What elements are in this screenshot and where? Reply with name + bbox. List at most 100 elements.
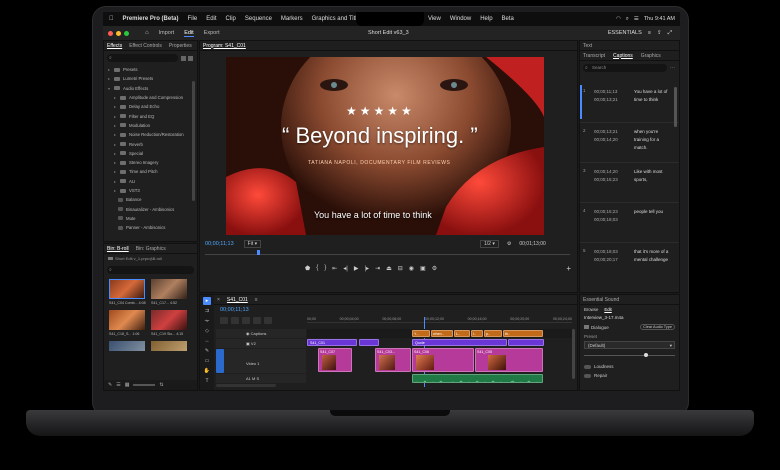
- eye-icon[interactable]: ◉: [246, 331, 250, 336]
- playhead-marker[interactable]: [257, 250, 260, 255]
- mark-in-icon[interactable]: {: [316, 265, 318, 272]
- new-bin-icon[interactable]: [181, 55, 186, 61]
- search-icon[interactable]: ⌕: [626, 16, 629, 23]
- pen-tool-icon[interactable]: ✎: [203, 347, 211, 355]
- rectangle-tool-icon[interactable]: ▭: [203, 357, 211, 365]
- control-center-icon[interactable]: ☰: [634, 16, 639, 22]
- tree-item-stereo-imagery[interactable]: ▸ Stereo Imagery: [108, 158, 197, 167]
- lift-icon[interactable]: ⏏: [386, 265, 392, 272]
- caption-row[interactable]: 5 00;00;18;03 00;00;20;17 that it's more …: [580, 243, 679, 283]
- tab-sequence[interactable]: S41_C01: [227, 297, 248, 303]
- graphic-clip[interactable]: [508, 339, 544, 346]
- timeline-timecode[interactable]: 00;00;11;13: [220, 307, 249, 313]
- tree-item-binauralizer[interactable]: Binauralizer - Ambisonics: [108, 204, 197, 213]
- caption-row[interactable]: 1 00;00;11;13 00;00;13;21 You have a lot …: [580, 83, 679, 123]
- track-header-captions[interactable]: ◉ Captions: [216, 329, 306, 338]
- razor-tool-icon[interactable]: ◇: [203, 327, 211, 335]
- slider-thumb[interactable]: [644, 353, 648, 357]
- menu-help[interactable]: Help: [480, 16, 492, 22]
- caption-chip[interactable]: p..: [484, 330, 502, 337]
- tree-item-vst3[interactable]: ▸ VST3: [108, 186, 197, 195]
- sort-icon[interactable]: ⇅: [159, 382, 163, 388]
- nest-icon[interactable]: [220, 317, 228, 324]
- list-view-icon[interactable]: ☰: [116, 382, 120, 388]
- caption-chip[interactable]: I..: [471, 330, 483, 337]
- wifi-icon[interactable]: ◠: [616, 16, 621, 22]
- effects-scrollbar[interactable]: [192, 81, 195, 201]
- home-icon[interactable]: ⌂: [145, 30, 149, 36]
- menu-view[interactable]: View: [428, 16, 441, 22]
- slip-tool-icon[interactable]: ↔: [203, 337, 211, 345]
- playhead-timecode[interactable]: 00;00;11;13: [205, 241, 234, 247]
- tab-effect-controls[interactable]: Effect Controls: [129, 43, 162, 49]
- graphic-clip[interactable]: S41_C01: [307, 339, 357, 346]
- tree-item-au[interactable]: ▸ AU: [108, 177, 197, 186]
- workspace-essentials[interactable]: ESSENTIALS: [608, 30, 642, 37]
- menu-beta[interactable]: Beta: [502, 16, 514, 22]
- preset-select[interactable]: (Default) ▾: [584, 341, 675, 349]
- mute-icon[interactable]: M: [252, 376, 255, 381]
- tree-item-special[interactable]: ▸ Special: [108, 149, 197, 158]
- loudness-toggle[interactable]: [584, 364, 591, 369]
- track-header-v2[interactable]: ▣ V2: [216, 339, 306, 348]
- play-icon[interactable]: ▶: [354, 265, 359, 272]
- caption-chip[interactable]: when..: [431, 330, 453, 337]
- loudness-slider[interactable]: [584, 353, 675, 358]
- zoom-window-button[interactable]: [124, 30, 129, 36]
- tab-browse[interactable]: Browse: [584, 307, 598, 312]
- step-back-icon[interactable]: ◂|: [343, 265, 348, 272]
- video-clip[interactable]: S41_C05: [475, 348, 543, 372]
- tree-item-panner[interactable]: Panner - Ambisonics: [108, 223, 197, 232]
- more-options-icon[interactable]: ⋯: [670, 65, 675, 71]
- tree-item-noise-reduction[interactable]: ▸ Noise Reduction/Restoration: [108, 130, 197, 139]
- zoom-slider[interactable]: [133, 384, 156, 386]
- fit-dropdown[interactable]: Fit ▾: [243, 240, 262, 248]
- type-tool-icon[interactable]: T: [203, 377, 211, 385]
- selection-tool-icon[interactable]: ▸: [203, 297, 211, 305]
- marker-icon[interactable]: ⬟: [305, 265, 310, 272]
- tree-item-modulation[interactable]: ▸ Modulation: [108, 121, 197, 130]
- bin-clip-thumbnail[interactable]: [151, 341, 187, 351]
- tab-bin-broll[interactable]: Bin: B-roll: [107, 246, 129, 252]
- hand-tool-icon[interactable]: ✋: [203, 367, 211, 375]
- tab-effects[interactable]: Effects: [107, 43, 122, 49]
- graphic-clip[interactable]: Quote: [412, 339, 507, 346]
- tree-item-reverb[interactable]: ▸ Reverb: [108, 139, 197, 148]
- apple-icon[interactable]: : [109, 16, 114, 22]
- snap-icon[interactable]: [231, 317, 239, 324]
- caption-row[interactable]: 2 00;00;13;21 00;00;14;20 when you're tra…: [580, 123, 679, 163]
- effects-search-input[interactable]: ⌕: [107, 54, 178, 62]
- close-window-button[interactable]: [108, 30, 113, 36]
- bin-clip-thumbnail[interactable]: [109, 341, 145, 351]
- tab-program[interactable]: Program: S41_C01: [203, 43, 246, 49]
- tab-transcript[interactable]: Transcript: [583, 53, 605, 59]
- graphic-clip[interactable]: [359, 339, 379, 346]
- bin-clip-thumbnail[interactable]: [109, 279, 145, 299]
- extract-icon[interactable]: ⊟: [398, 265, 403, 272]
- tree-item-lumetri-presets[interactable]: ▸ Lumetri Presets: [108, 74, 197, 83]
- timeline-zoom-scrollbar[interactable]: [216, 384, 276, 387]
- wrench-icon[interactable]: [264, 317, 272, 324]
- menu-markers[interactable]: Markers: [281, 16, 303, 22]
- captions-scrollbar[interactable]: [674, 87, 677, 127]
- audio-clip[interactable]: [412, 374, 543, 383]
- dialogue-type[interactable]: Dialogue: [584, 324, 609, 330]
- mark-out-icon[interactable]: }: [324, 265, 326, 272]
- time-ruler[interactable]: 00;00 00;00;04;00 00;00;08;00 00;00;12;0…: [307, 317, 572, 323]
- app-menu[interactable]: Premiere Pro (Beta): [123, 16, 179, 22]
- video-clip[interactable]: S41_C06: [412, 348, 474, 372]
- close-tab-icon[interactable]: ×: [217, 297, 220, 303]
- menu-sequence[interactable]: Sequence: [245, 16, 272, 22]
- tree-item-presets[interactable]: ▸ Presets: [108, 65, 197, 74]
- menu-edit[interactable]: Edit: [206, 16, 216, 22]
- settings-icon[interactable]: ⚙: [507, 241, 511, 247]
- new-preset-icon[interactable]: [188, 55, 193, 61]
- tree-item-audio-effects[interactable]: ▾ Audio Effects: [108, 84, 197, 93]
- track-header-v1[interactable]: Video 1: [216, 349, 306, 373]
- bin-clip-thumbnail[interactable]: [109, 310, 145, 330]
- fullscreen-icon[interactable]: ⤢: [668, 30, 672, 37]
- caption-chip[interactable]: L..: [454, 330, 470, 337]
- tab-graphics[interactable]: Graphics: [641, 53, 661, 59]
- menu-window[interactable]: Window: [450, 16, 471, 22]
- bin-clip-thumbnail[interactable]: [151, 310, 187, 330]
